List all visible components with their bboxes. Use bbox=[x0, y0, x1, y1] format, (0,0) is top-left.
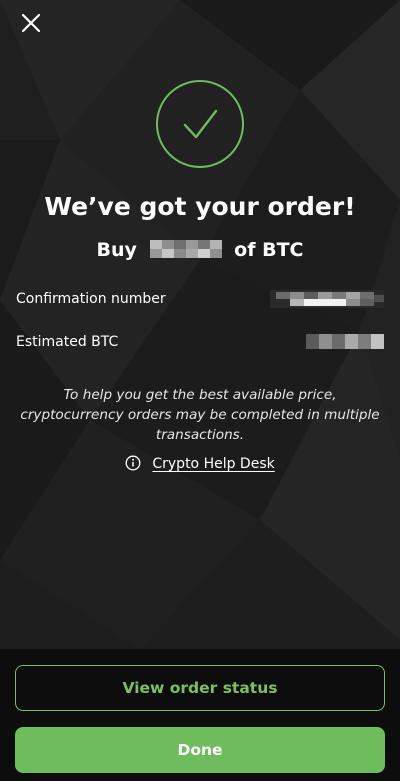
multiple-transactions-note: To help you get the best available price… bbox=[20, 387, 380, 443]
order-summary: Buy of BTC bbox=[0, 239, 400, 261]
close-icon bbox=[21, 13, 41, 33]
bottom-action-bar: View order status Done bbox=[0, 649, 400, 781]
order-confirmation-screen: We’ve got your order! Buy of BTC Confirm… bbox=[0, 0, 400, 781]
confirmation-number-label: Confirmation number bbox=[16, 291, 166, 307]
buy-suffix: of BTC bbox=[234, 239, 304, 261]
buy-prefix: Buy bbox=[96, 239, 137, 261]
checkmark-icon bbox=[156, 80, 244, 168]
confirmation-title: We’ve got your order! bbox=[44, 192, 356, 221]
redacted-confirmation-number bbox=[270, 290, 384, 308]
view-order-status-button[interactable]: View order status bbox=[15, 665, 385, 711]
redacted-amount bbox=[149, 240, 222, 258]
info-icon bbox=[125, 455, 141, 471]
crypto-help-desk-link[interactable]: Crypto Help Desk bbox=[0, 453, 400, 472]
done-button[interactable]: Done bbox=[15, 727, 385, 773]
redacted-estimated-btc bbox=[306, 334, 384, 349]
help-link-label: Crypto Help Desk bbox=[152, 456, 275, 472]
close-button[interactable] bbox=[14, 6, 48, 40]
estimated-btc-label: Estimated BTC bbox=[16, 334, 119, 350]
